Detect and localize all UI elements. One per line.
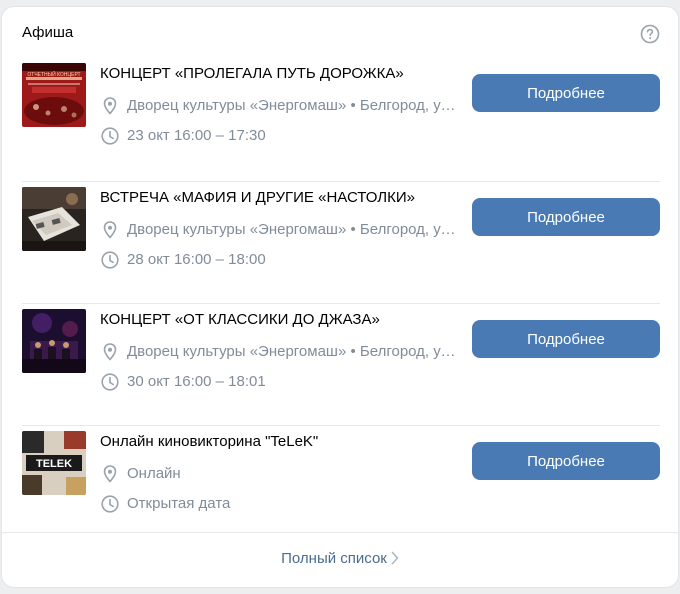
event-datetime-text: Открытая дата	[127, 495, 231, 512]
event-poster-image[interactable]	[22, 309, 86, 373]
event-datetime: 30 окт 16:00 – 18:01	[100, 371, 460, 393]
event-title[interactable]: Онлайн киновикторина "TeLeK"	[100, 433, 460, 450]
clock-icon	[101, 495, 119, 513]
full-list-link[interactable]: Полный список	[281, 550, 399, 567]
event-datetime: 28 окт 16:00 – 18:00	[100, 249, 460, 271]
details-button[interactable]: Подробнее	[472, 198, 660, 236]
poster-caption: ОТЧЕТНЫЙ КОНЦЕРТ	[27, 70, 80, 78]
clock-icon	[101, 373, 119, 391]
event-location-text: Дворец культуры «Энергомаш» • Белгород, …	[127, 221, 460, 238]
details-button[interactable]: Подробнее	[472, 74, 660, 112]
event-title[interactable]: КОНЦЕРТ «ОТ КЛАССИКИ ДО ДЖАЗА»	[100, 311, 460, 328]
event-location-text: Дворец культуры «Энергомаш» • Белгород, …	[127, 97, 460, 114]
location-pin-icon	[103, 343, 117, 361]
event-poster-image[interactable]	[22, 187, 86, 251]
event-title[interactable]: КОНЦЕРТ «ПРОЛЕГАЛА ПУТЬ ДОРОЖКА»	[100, 65, 460, 82]
event-title[interactable]: ВСТРЕЧА «МАФИЯ И ДРУГИЕ «НАСТОЛКИ»	[100, 189, 460, 206]
event-location-text: Дворец культуры «Энергомаш» • Белгород, …	[127, 343, 460, 360]
event-poster-image[interactable]: TELEK	[22, 431, 86, 495]
event-datetime: Открытая дата	[100, 493, 460, 515]
widget-title: Афиша	[22, 24, 74, 41]
question-circle-icon[interactable]	[640, 24, 660, 44]
event-location: Онлайн	[100, 463, 460, 485]
event-item: КОНЦЕРТ «ОТ КЛАССИКИ ДО ДЖАЗА» Дворец ку…	[2, 303, 678, 425]
location-pin-icon	[103, 97, 117, 115]
event-item: ОТЧЕТНЫЙ КОНЦЕРТ КОНЦЕРТ «ПРОЛЕГАЛА ПУТЬ…	[2, 59, 678, 181]
widget-header: Афиша	[2, 7, 678, 59]
details-button[interactable]: Подробнее	[472, 320, 660, 358]
event-datetime-text: 28 окт 16:00 – 18:00	[127, 251, 266, 268]
chevron-right-icon	[391, 551, 399, 564]
events-list: ОТЧЕТНЫЙ КОНЦЕРТ КОНЦЕРТ «ПРОЛЕГАЛА ПУТЬ…	[2, 59, 678, 547]
event-datetime-text: 30 окт 16:00 – 18:01	[127, 373, 266, 390]
event-item: ВСТРЕЧА «МАФИЯ И ДРУГИЕ «НАСТОЛКИ» Дворе…	[2, 181, 678, 303]
event-location: Дворец культуры «Энергомаш» • Белгород, …	[100, 95, 460, 117]
event-poster-image[interactable]: ОТЧЕТНЫЙ КОНЦЕРТ	[22, 63, 86, 127]
full-list-label: Полный список	[281, 550, 387, 567]
event-item: TELEK Онлайн киновикторина "TeLeK" Онлай…	[2, 425, 678, 547]
location-pin-icon	[103, 221, 117, 239]
clock-icon	[101, 127, 119, 145]
afisha-widget: Афиша ОТЧЕТНЫЙ КОНЦЕРТ КОНЦЕРТ «ПРОЛЕГАЛ…	[2, 7, 678, 587]
event-datetime: 23 окт 16:00 – 17:30	[100, 125, 460, 147]
event-location: Дворец культуры «Энергомаш» • Белгород, …	[100, 219, 460, 241]
clock-icon	[101, 251, 119, 269]
location-pin-icon	[103, 465, 117, 483]
event-datetime-text: 23 окт 16:00 – 17:30	[127, 127, 266, 144]
details-button[interactable]: Подробнее	[472, 442, 660, 480]
event-location-text: Онлайн	[127, 465, 181, 482]
poster-caption: TELEK	[36, 458, 72, 470]
widget-footer: Полный список	[2, 532, 678, 587]
event-location: Дворец культуры «Энергомаш» • Белгород, …	[100, 341, 460, 363]
